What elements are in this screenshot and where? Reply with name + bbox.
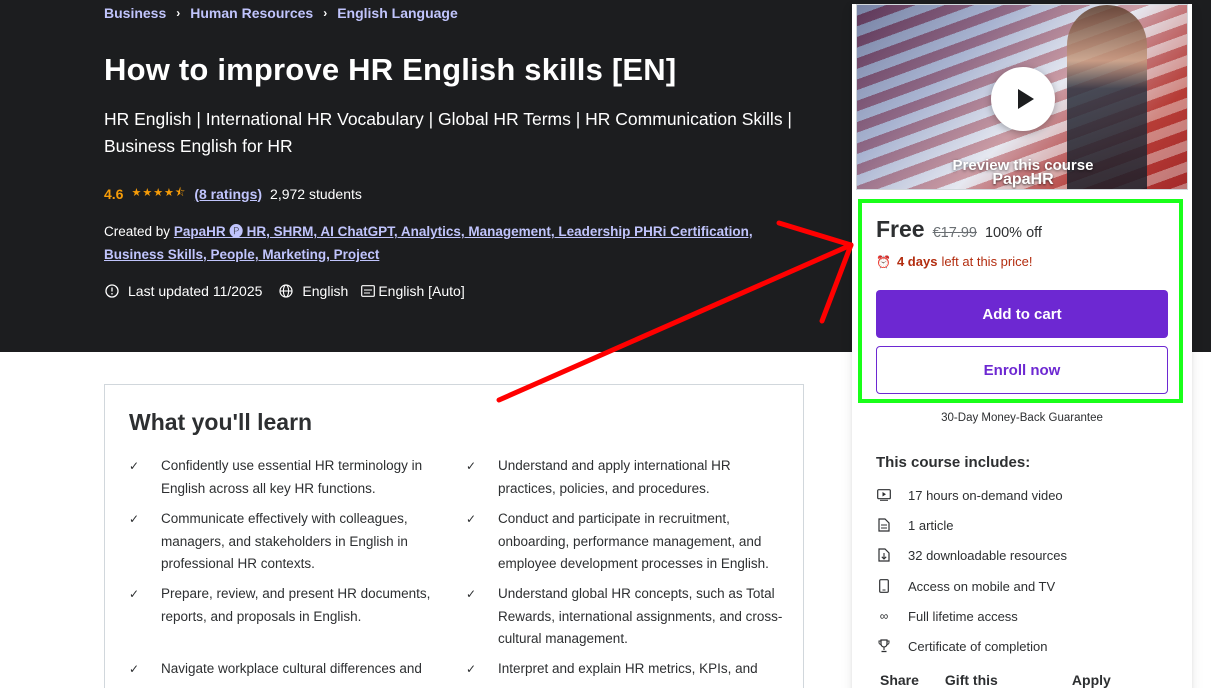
rating-row: 4.6 ★★★★⯪ (8 ratings) 2,972 students (104, 184, 362, 203)
include-text: 17 hours on-demand video (908, 487, 1063, 503)
include-resources: 32 downloadable resources (876, 547, 1067, 563)
last-updated: Last updated 11/2025 (104, 283, 262, 299)
include-certificate: Certificate of completion (876, 638, 1047, 654)
check-icon: ✓ (466, 512, 477, 526)
file-icon (876, 517, 892, 533)
check-icon: ✓ (129, 662, 140, 676)
learn-item: ✓ Interpret and explain HR metrics, KPIs… (466, 658, 788, 681)
chevron-right-icon: › (323, 6, 328, 20)
learn-item: ✓ Prepare, review, and present HR docume… (129, 583, 451, 628)
language-text: English (302, 283, 349, 299)
learn-item-text: Prepare, review, and present HR document… (161, 586, 431, 624)
include-article: 1 article (876, 517, 954, 533)
globe-icon (278, 283, 294, 299)
page-title: How to improve HR English skills [EN] (104, 52, 677, 87)
learn-item-text: Confidently use essential HR terminology… (161, 458, 423, 496)
created-by: Created by PapaHR 🅟 HR, SHRM, AI ChatGPT… (104, 220, 784, 266)
include-lifetime: ∞ Full lifetime access (876, 608, 1018, 624)
breadcrumb-human-resources[interactable]: Human Resources (190, 5, 313, 21)
learn-item-text: Navigate workplace cultural differences … (161, 661, 422, 676)
captions-icon (360, 283, 376, 299)
last-updated-text: Last updated 11/2025 (128, 283, 263, 299)
rating-value: 4.6 (104, 185, 124, 202)
download-file-icon (876, 547, 892, 563)
check-icon: ✓ (466, 662, 477, 676)
alert-circle-icon (104, 283, 120, 299)
brand-logo: PapaHR (992, 171, 1054, 188)
instructor-link[interactable]: PapaHR 🅟 HR, SHRM, AI ChatGPT, Analytics… (104, 224, 753, 262)
include-text: 1 article (908, 517, 954, 533)
include-mobile: Access on mobile and TV (876, 578, 1055, 594)
breadcrumb: Business › Human Resources › English Lan… (104, 5, 458, 21)
learn-item: ✓ Communicate effectively with colleague… (129, 508, 451, 576)
apply-coupon-button[interactable]: Apply Coupon (1072, 672, 1166, 688)
what-you-will-learn: What you'll learn ✓ Confidently use esse… (104, 384, 804, 688)
include-text: Full lifetime access (908, 608, 1018, 624)
captions-text: English [Auto] (378, 283, 465, 299)
learn-item-text: Understand and apply international HR pr… (498, 458, 731, 496)
check-icon: ✓ (466, 459, 477, 473)
check-icon: ✓ (466, 587, 477, 601)
learn-item: ✓ Conduct and participate in recruitment… (466, 508, 788, 576)
learn-item: ✓ Understand and apply international HR … (466, 455, 788, 500)
course-meta: Last updated 11/2025 English English [Au… (104, 283, 473, 299)
include-text: 32 downloadable resources (908, 547, 1067, 563)
chevron-right-icon: › (176, 6, 181, 20)
trophy-icon (876, 638, 892, 654)
sidebar-footer-links: Share Gift this course Apply Coupon (880, 672, 1192, 688)
star-rating-icon: ★★★★⯪ (131, 187, 187, 199)
include-text: Certificate of completion (908, 638, 1048, 654)
created-by-label: Created by (104, 224, 171, 239)
learn-item-text: Communicate effectively with colleagues,… (161, 511, 408, 571)
language: English (278, 283, 348, 299)
learn-item: ✓ Confidently use essential HR terminolo… (129, 455, 451, 500)
include-text: Access on mobile and TV (908, 578, 1056, 594)
video-icon (876, 487, 892, 503)
ratings-count-link[interactable]: (8 ratings) (194, 186, 262, 202)
include-video: 17 hours on-demand video (876, 487, 1063, 503)
check-icon: ✓ (129, 512, 140, 526)
infinity-icon: ∞ (879, 609, 889, 623)
course-preview-video[interactable]: Preview this course PapaHR (856, 4, 1188, 190)
learn-item-text: Conduct and participate in recruitment, … (498, 511, 769, 571)
check-icon: ✓ (129, 459, 140, 473)
learn-item-text: Understand global HR concepts, such as T… (498, 586, 783, 646)
play-icon[interactable] (991, 67, 1055, 131)
learn-title: What you'll learn (129, 409, 313, 435)
course-subtitle: HR English | International HR Vocabulary… (104, 109, 792, 156)
gift-course-button[interactable]: Gift this course (945, 672, 1046, 688)
learn-item: ✓ Understand global HR concepts, such as… (466, 583, 788, 651)
students-count: 2,972 students (270, 185, 362, 202)
money-back-guarantee: 30-Day Money-Back Guarantee (941, 412, 1103, 424)
mobile-icon (876, 578, 892, 594)
learn-item: ✓ Navigate workplace cultural difference… (129, 658, 451, 681)
annotation-highlight-box (858, 199, 1183, 403)
check-icon: ✓ (129, 587, 140, 601)
breadcrumb-business[interactable]: Business (104, 5, 166, 21)
captions: English [Auto] (360, 283, 465, 299)
learn-item-text: Interpret and explain HR metrics, KPIs, … (498, 661, 758, 676)
includes-title: This course includes: (876, 454, 1031, 471)
share-button[interactable]: Share (880, 672, 919, 688)
breadcrumb-english-language[interactable]: English Language (337, 5, 458, 21)
